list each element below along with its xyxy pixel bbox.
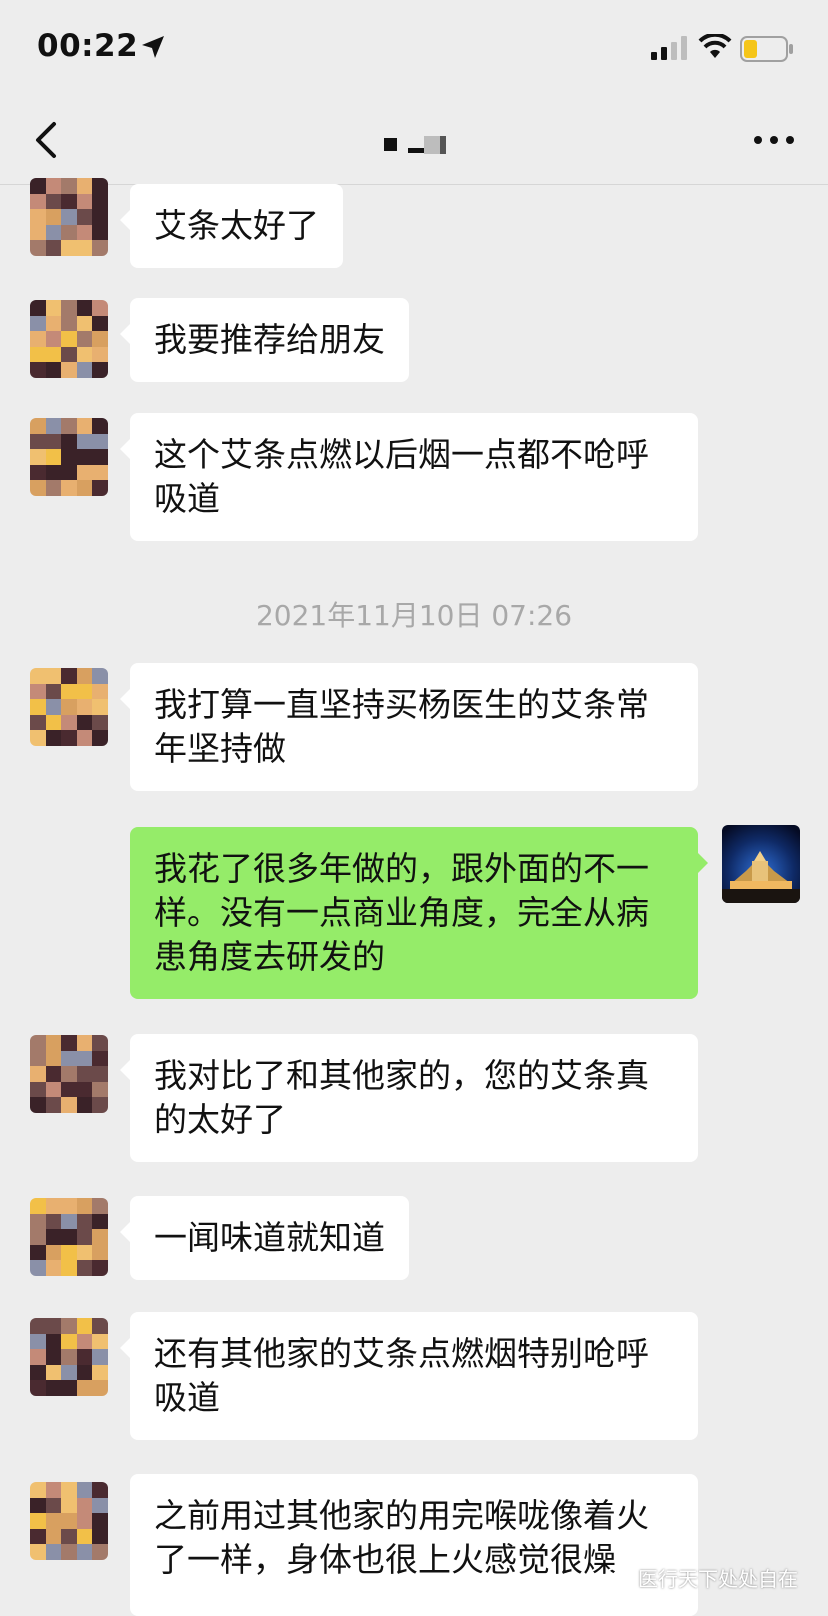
ellipsis-icon[interactable] <box>752 130 796 150</box>
message-bubble[interactable]: 还有其他家的艾条点燃烟特别呛呼吸道 <box>120 1312 698 1440</box>
chat-title-obscured <box>384 136 446 154</box>
contact-avatar[interactable] <box>30 1198 108 1276</box>
mosaic-avatar-image <box>30 1482 108 1560</box>
message-bubble[interactable]: 我要推荐给朋友 <box>120 298 409 382</box>
message-bubble[interactable]: 一闻味道就知道 <box>120 1196 409 1280</box>
location-arrow-icon <box>142 36 164 58</box>
mosaic-avatar-image <box>30 178 108 256</box>
own-avatar[interactable] <box>722 825 800 903</box>
watermark-text: 医行天下处处自在 <box>638 1567 798 1591</box>
message-bubble[interactable]: 我打算一直坚持买杨医生的艾条常年坚持做 <box>120 663 698 791</box>
wechat-official-account-icon <box>605 1567 634 1588</box>
mosaic-avatar-image <box>30 1198 108 1276</box>
contact-avatar[interactable] <box>30 1318 108 1396</box>
contact-avatar[interactable] <box>30 300 108 378</box>
chat-header <box>0 100 828 185</box>
battery-low-icon <box>740 36 793 62</box>
chevron-left-icon[interactable] <box>28 118 68 162</box>
contact-avatar[interactable] <box>30 1482 108 1560</box>
cellular-signal-icon <box>651 36 687 60</box>
mosaic-avatar-image <box>30 418 108 496</box>
temple-night-image <box>722 825 800 903</box>
contact-avatar[interactable] <box>30 1035 108 1113</box>
status-time: 00:22 <box>37 28 139 64</box>
wifi-icon <box>698 34 732 58</box>
status-bar: 00:22 <box>0 0 828 100</box>
mosaic-avatar-image <box>30 1318 108 1396</box>
chat-timestamp: 2021年11月10日 07:26 <box>255 599 573 632</box>
message-bubble[interactable]: 这个艾条点燃以后烟一点都不呛呼吸道 <box>120 413 698 541</box>
message-bubble[interactable]: 艾条太好了 <box>120 184 343 268</box>
message-bubble[interactable]: 我对比了和其他家的，您的艾条真的太好了 <box>120 1034 698 1162</box>
mosaic-avatar-image <box>30 300 108 378</box>
message-bubble-outgoing[interactable]: 我花了很多年做的，跟外面的不一样。没有一点商业角度，完全从病患角度去研发的 <box>130 827 708 999</box>
contact-avatar[interactable] <box>30 178 108 256</box>
mosaic-avatar-image <box>30 668 108 746</box>
contact-avatar[interactable] <box>30 418 108 496</box>
contact-avatar[interactable] <box>30 668 108 746</box>
message-bubble[interactable]: 之前用过其他家的用完喉咙像着火了一样，身体也很上火感觉很燥 <box>130 1474 698 1616</box>
mosaic-avatar-image <box>30 1035 108 1113</box>
